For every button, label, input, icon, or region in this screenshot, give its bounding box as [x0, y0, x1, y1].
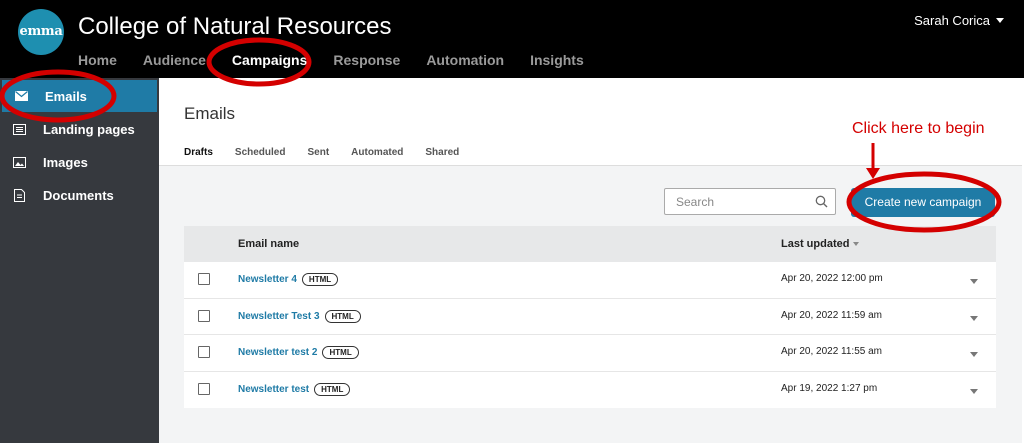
search-box	[664, 188, 836, 215]
emma-logo[interactable]: emma	[18, 9, 64, 55]
nav-audience[interactable]: Audience	[143, 52, 206, 68]
top-header: emma College of Natural Resources Sarah …	[0, 0, 1024, 78]
html-badge: HTML	[324, 309, 361, 323]
nav-response[interactable]: Response	[333, 52, 400, 68]
row-checkbox[interactable]	[198, 309, 210, 322]
sidebar-item-landing-pages[interactable]: Landing pages	[0, 113, 159, 145]
nav-insights[interactable]: Insights	[530, 52, 584, 68]
last-updated-cell: Apr 19, 2022 1:27 pm	[781, 382, 878, 394]
sidebar-item-documents[interactable]: Documents	[0, 179, 159, 211]
user-menu[interactable]: Sarah Corica	[914, 13, 1004, 28]
html-badge: HTML	[322, 346, 359, 359]
document-icon	[12, 188, 26, 202]
sidebar-item-label: Documents	[43, 187, 114, 203]
row-menu-caret-icon[interactable]	[970, 352, 978, 357]
row-menu-caret-icon[interactable]	[970, 315, 978, 321]
user-name: Sarah Corica	[914, 13, 990, 28]
sidebar-item-label: Emails	[45, 88, 87, 104]
chevron-down-icon	[996, 18, 1004, 23]
tab-automated[interactable]: Automated	[351, 147, 403, 167]
nav-campaigns[interactable]: Campaigns	[232, 52, 307, 68]
email-tabs: Drafts Scheduled Sent Automated Shared	[184, 147, 481, 167]
tab-shared[interactable]: Shared	[425, 147, 459, 167]
column-header-email-name[interactable]: Email name	[238, 238, 299, 250]
sidebar-item-label: Images	[43, 154, 88, 170]
sidebar-item-label: Landing pages	[43, 121, 135, 137]
email-name-link[interactable]: Newsletter test	[238, 384, 309, 395]
tab-scheduled[interactable]: Scheduled	[235, 147, 286, 167]
email-name-cell: Newsletter test 2 HTML	[238, 346, 359, 359]
nav-automation[interactable]: Automation	[426, 52, 504, 68]
email-name-cell: Newsletter Test 3 HTML	[238, 309, 361, 323]
table-row: Newsletter test HTML Apr 19, 2022 1:27 p…	[184, 372, 996, 409]
email-name-cell: Newsletter test HTML	[238, 382, 351, 396]
search-input[interactable]	[665, 189, 805, 214]
nav-home[interactable]: Home	[78, 52, 117, 68]
main-nav: Home Audience Campaigns Response Automat…	[78, 52, 610, 68]
table-row: Newsletter test 2 HTML Apr 20, 2022 11:5…	[184, 335, 996, 372]
image-icon	[12, 156, 26, 168]
table-row: Newsletter 4 HTML Apr 20, 2022 12:00 pm	[184, 262, 996, 299]
html-badge: HTML	[301, 273, 339, 286]
html-badge: HTML	[314, 382, 351, 396]
envelope-icon	[14, 90, 28, 102]
page-title: Emails	[184, 104, 236, 123]
sidebar-item-images[interactable]: Images	[0, 146, 159, 178]
row-checkbox[interactable]	[198, 382, 210, 395]
table-row: Newsletter Test 3 HTML Apr 20, 2022 11:5…	[184, 299, 996, 335]
row-checkbox[interactable]	[198, 273, 210, 285]
sidebar-item-emails[interactable]: Emails	[2, 80, 157, 112]
email-name-link[interactable]: Newsletter test 2	[238, 347, 317, 358]
row-menu-caret-icon[interactable]	[970, 388, 978, 394]
emails-table: Email name Last updated Newsletter 4 HTM…	[184, 226, 996, 408]
create-new-campaign-button[interactable]: Create new campaign	[851, 188, 995, 217]
sort-down-icon	[853, 242, 860, 246]
sidebar: Emails Landing pages Images Documents	[0, 78, 159, 443]
account-title: College of Natural Resources	[78, 13, 392, 40]
row-menu-caret-icon[interactable]	[970, 279, 978, 284]
row-checkbox[interactable]	[198, 346, 210, 358]
main-content: Emails Drafts Scheduled Sent Automated S…	[159, 78, 1024, 443]
search-icon[interactable]	[815, 195, 828, 213]
email-name-link[interactable]: Newsletter Test 3	[238, 311, 320, 322]
last-updated-cell: Apr 20, 2022 11:55 am	[781, 346, 882, 357]
last-updated-cell: Apr 20, 2022 11:59 am	[781, 309, 882, 321]
tab-drafts[interactable]: Drafts	[184, 147, 213, 167]
column-header-label: Last updated	[781, 238, 850, 250]
tab-sent[interactable]: Sent	[307, 147, 329, 167]
email-name-cell: Newsletter 4 HTML	[238, 273, 339, 286]
email-name-link[interactable]: Newsletter 4	[238, 274, 297, 285]
table-header: Email name Last updated	[184, 226, 996, 262]
column-header-last-updated[interactable]: Last updated	[781, 238, 860, 250]
last-updated-cell: Apr 20, 2022 12:00 pm	[781, 273, 883, 284]
page-icon	[12, 123, 26, 135]
